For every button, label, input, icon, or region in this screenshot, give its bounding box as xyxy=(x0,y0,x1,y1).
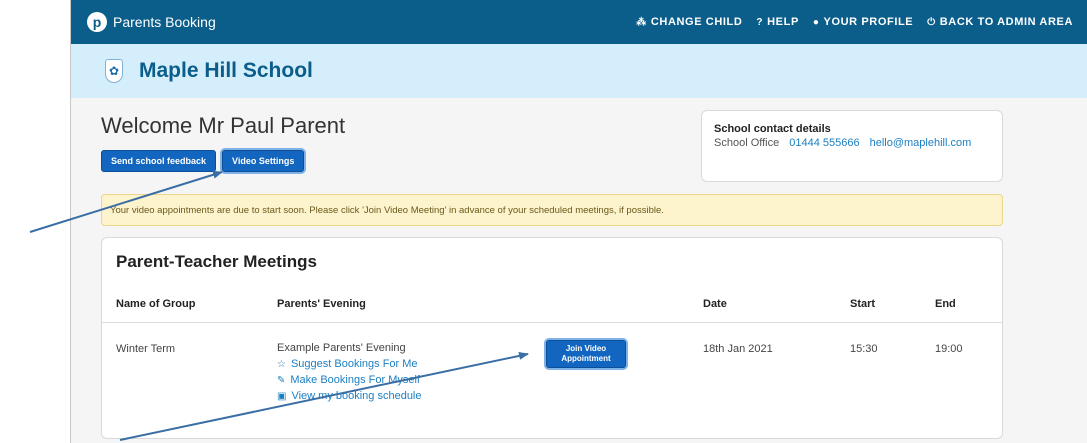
star-icon: ☆ xyxy=(277,358,286,370)
column-header-group: Name of Group xyxy=(116,298,196,310)
app-window: p Parents Booking ⁂ CHANGE CHILD ? HELP … xyxy=(70,0,1087,443)
school-crest-icon: ✿ xyxy=(105,59,123,83)
link-label: Make Bookings For Myself xyxy=(290,374,420,386)
date-cell: 18th Jan 2021 xyxy=(703,343,773,355)
pencil-icon: ✎ xyxy=(277,374,286,386)
join-label-line2: Appointment xyxy=(561,354,611,363)
parents-booking-logo-icon: p xyxy=(87,12,107,32)
school-header: ✿ Maple Hill School xyxy=(71,44,1087,98)
meetings-card: Parent-Teacher Meetings Name of Group Pa… xyxy=(101,237,1003,439)
nav-label: YOUR PROFILE xyxy=(823,16,914,28)
group-cell: Winter Term xyxy=(116,343,176,355)
help-icon: ? xyxy=(756,16,764,28)
action-buttons: Send school feedback Video Settings xyxy=(101,150,305,172)
nav-change-child[interactable]: ⁂ CHANGE CHILD xyxy=(636,16,742,28)
school-contact-card: School contact details School Office 014… xyxy=(701,110,1003,182)
power-icon: ⏻ xyxy=(927,16,936,28)
nav-label: HELP xyxy=(767,16,799,28)
send-feedback-button[interactable]: Send school feedback xyxy=(101,150,217,172)
link-label: View my booking schedule xyxy=(291,390,422,402)
contact-line: School Office 01444 555666 hello@maplehi… xyxy=(714,137,990,149)
nav-label: BACK TO ADMIN AREA xyxy=(939,16,1073,28)
table-divider xyxy=(102,322,1002,323)
phone-link[interactable]: 01444 555666 xyxy=(789,137,859,149)
column-header-date: Date xyxy=(703,298,727,310)
meetings-title: Parent-Teacher Meetings xyxy=(116,252,317,271)
users-icon: ⁂ xyxy=(636,16,647,28)
email-link[interactable]: hello@maplehill.com xyxy=(870,137,972,149)
join-label-line1: Join Video xyxy=(565,344,607,353)
nav-your-profile[interactable]: ● YOUR PROFILE xyxy=(813,16,913,28)
brand[interactable]: p Parents Booking xyxy=(87,12,216,32)
make-bookings-link[interactable]: ✎ Make Bookings For Myself xyxy=(277,374,422,386)
calendar-icon: ▣ xyxy=(277,390,287,402)
column-header-evening: Parents' Evening xyxy=(277,298,366,310)
school-name: Maple Hill School xyxy=(139,59,313,82)
evening-cell: Example Parents' Evening ☆ Suggest Booki… xyxy=(277,342,422,406)
top-navigation-bar: p Parents Booking ⁂ CHANGE CHILD ? HELP … xyxy=(71,0,1087,44)
column-header-end: End xyxy=(935,298,956,310)
office-label: School Office xyxy=(714,137,780,149)
user-icon: ● xyxy=(812,16,820,28)
end-cell: 19:00 xyxy=(935,343,963,355)
evening-name: Example Parents' Evening xyxy=(277,342,406,354)
top-nav: ⁂ CHANGE CHILD ? HELP ● YOUR PROFILE ⏻ B… xyxy=(636,16,1073,28)
brand-label: Parents Booking xyxy=(113,14,216,30)
welcome-heading: Welcome Mr Paul Parent xyxy=(101,113,346,138)
link-label: Suggest Bookings For Me xyxy=(290,358,418,370)
nav-help[interactable]: ? HELP xyxy=(756,16,798,28)
join-video-appointment-button[interactable]: Join Video Appointment xyxy=(546,340,626,368)
video-settings-button[interactable]: Video Settings xyxy=(222,150,305,172)
video-alert-banner: Your video appointments are due to start… xyxy=(101,194,1003,226)
suggest-bookings-link[interactable]: ☆ Suggest Bookings For Me xyxy=(277,358,422,370)
view-schedule-link[interactable]: ▣ View my booking schedule xyxy=(277,390,422,402)
nav-back-to-admin[interactable]: ⏻ BACK TO ADMIN AREA xyxy=(927,16,1073,28)
contact-title: School contact details xyxy=(714,123,831,135)
column-header-start: Start xyxy=(850,298,876,310)
start-cell: 15:30 xyxy=(850,343,878,355)
nav-label: CHANGE CHILD xyxy=(650,16,743,28)
screenshot-frame: p Parents Booking ⁂ CHANGE CHILD ? HELP … xyxy=(0,0,1087,443)
